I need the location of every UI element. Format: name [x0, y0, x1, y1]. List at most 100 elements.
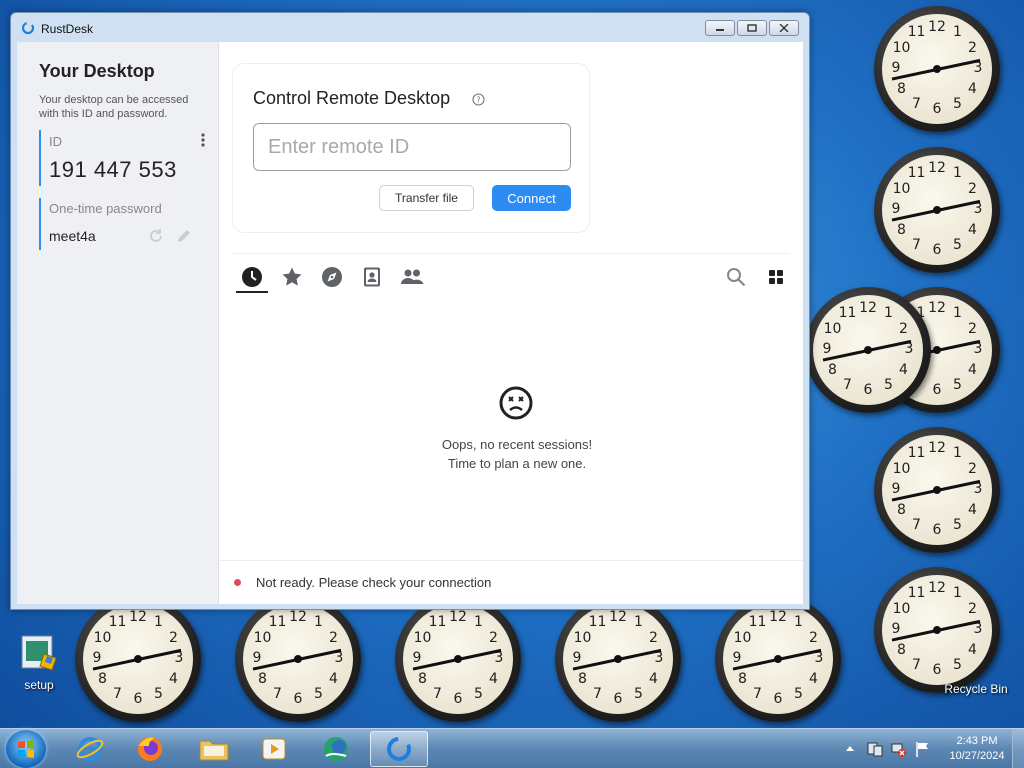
flag-icon[interactable]	[914, 740, 932, 758]
clock-gadget[interactable]: 121234567891011	[555, 596, 681, 722]
show-desktop-button[interactable]	[1012, 729, 1024, 768]
tab-recent-sessions[interactable]	[236, 264, 268, 290]
taskbar-rustdesk[interactable]	[370, 731, 428, 767]
rustdesk-client-area: Your Desktop Your desktop can be accesse…	[17, 42, 803, 604]
tab-favorites[interactable]	[276, 264, 308, 290]
id-value[interactable]: 191 447 553	[49, 157, 177, 183]
clock-number: 8	[418, 670, 427, 687]
clock-face: 121234567891011	[882, 155, 992, 265]
clock-number: 11	[907, 585, 926, 602]
start-button[interactable]	[6, 730, 46, 768]
recent-sessions-icon	[242, 267, 262, 287]
tab-group[interactable]	[396, 264, 428, 290]
window-title: RustDesk	[41, 22, 94, 36]
clock-number: 12	[609, 609, 627, 625]
clock-center-pin	[774, 655, 782, 663]
clock-number: 5	[314, 685, 323, 702]
clock-gadget[interactable]: 121234567891011	[874, 6, 1000, 132]
favorites-star-icon	[282, 267, 302, 286]
taskbar-file-explorer[interactable]	[188, 731, 240, 767]
clock-center-pin	[933, 65, 941, 73]
clock-number: 5	[154, 685, 163, 702]
taskbar-clock[interactable]: 2:43 PM 10/27/2024	[947, 734, 1007, 764]
clock-face: 121234567891011	[813, 295, 923, 405]
clock-face: 121234567891011	[882, 14, 992, 124]
action-center-icon[interactable]	[866, 740, 884, 758]
taskbar-internet-explorer[interactable]	[64, 731, 116, 767]
clock-gadget[interactable]: 121234567891011	[75, 596, 201, 722]
remote-id-input[interactable]	[253, 123, 571, 171]
taskbar-firefox[interactable]	[124, 731, 176, 767]
clock-number: 8	[828, 361, 837, 378]
taskbar-media-player[interactable]	[248, 731, 300, 767]
grid-view-icon	[769, 270, 783, 284]
taskbar-app[interactable]	[310, 731, 362, 767]
clock-gadget[interactable]: 121234567891011	[395, 596, 521, 722]
connect-button[interactable]: Connect	[492, 185, 571, 211]
desktop-icon-recycle-bin[interactable]: Recycle Bin	[944, 682, 1008, 696]
windows-logo-icon	[18, 740, 34, 758]
more-options-icon[interactable]	[197, 132, 209, 148]
empty-state-message: Oops, no recent sessions! Time to plan a…	[397, 435, 637, 473]
clock-number: 12	[859, 300, 877, 316]
network-disconnected-icon[interactable]	[890, 740, 908, 758]
id-section: ID 191 447 553	[39, 130, 209, 186]
connection-status-bar: Not ready. Please check your connection	[220, 560, 803, 604]
minimize-icon	[716, 29, 724, 31]
clock-gadget[interactable]: 121234567891011	[874, 567, 1000, 693]
password-value[interactable]: meet4a	[49, 228, 96, 244]
clock-gadget[interactable]: 121234567891011	[715, 596, 841, 722]
close-button[interactable]	[769, 20, 799, 36]
clock-number: 11	[907, 165, 926, 182]
clock-number: 2	[809, 629, 818, 646]
clock-center-pin	[294, 655, 302, 663]
empty-state-line2: Time to plan a new one.	[447, 456, 587, 471]
clock-number: 8	[897, 80, 906, 97]
clock-number: 6	[932, 242, 942, 258]
clock-center-pin	[933, 626, 941, 634]
help-icon[interactable]: ?	[472, 93, 485, 106]
divider	[232, 253, 790, 254]
discovered-compass-icon	[322, 267, 342, 287]
clock-center-pin	[933, 346, 941, 354]
clock-face: 121234567891011	[243, 604, 353, 714]
desktop-icon-setup[interactable]: setup	[10, 632, 68, 692]
clock-number: 2	[968, 180, 977, 197]
clock-center-pin	[864, 346, 872, 354]
clock-number: 5	[953, 516, 962, 533]
group-icon	[401, 269, 424, 284]
window-titlebar[interactable]: RustDesk	[11, 13, 809, 43]
transfer-file-button[interactable]: Transfer file	[379, 185, 474, 211]
refresh-password-icon[interactable]	[147, 227, 165, 245]
svg-text:?: ?	[476, 96, 480, 105]
clock-number: 8	[98, 670, 107, 687]
control-remote-heading: Control Remote Desktop	[253, 88, 451, 108]
show-hidden-icons-icon[interactable]	[846, 744, 854, 752]
your-desktop-panel: Your Desktop Your desktop can be accesse…	[17, 42, 219, 604]
clock-number: 11	[588, 614, 607, 631]
maximize-button[interactable]	[737, 20, 767, 36]
clock-number: 2	[968, 39, 977, 56]
clock-center-pin	[933, 206, 941, 214]
search-peers-button[interactable]	[720, 264, 752, 290]
tab-address-book[interactable]	[356, 264, 388, 290]
grid-view-button[interactable]	[760, 264, 792, 290]
setup-icon	[18, 632, 60, 674]
clock-gadget[interactable]: 121234567891011	[805, 287, 931, 413]
clock-number: 5	[634, 685, 643, 702]
password-section: One-time password meet4a	[39, 198, 209, 250]
edit-password-icon[interactable]	[175, 227, 193, 245]
id-label: ID	[49, 134, 62, 149]
minimize-button[interactable]	[705, 20, 735, 36]
folder-icon	[199, 740, 229, 761]
clock-number: 5	[953, 376, 962, 393]
connection-status-text: Not ready. Please check your connection	[256, 575, 492, 590]
rustdesk-logo-icon	[21, 21, 35, 35]
clock-gadget[interactable]: 121234567891011	[235, 596, 361, 722]
clock-gadget[interactable]: 121234567891011	[874, 147, 1000, 273]
rustdesk-window: RustDesk Your Desktop Your desktop can b…	[10, 12, 810, 610]
clock-number: 11	[748, 614, 767, 631]
clock-gadget[interactable]: 121234567891011	[874, 427, 1000, 553]
firefox-icon	[138, 737, 162, 761]
tab-discovered[interactable]	[316, 264, 348, 290]
